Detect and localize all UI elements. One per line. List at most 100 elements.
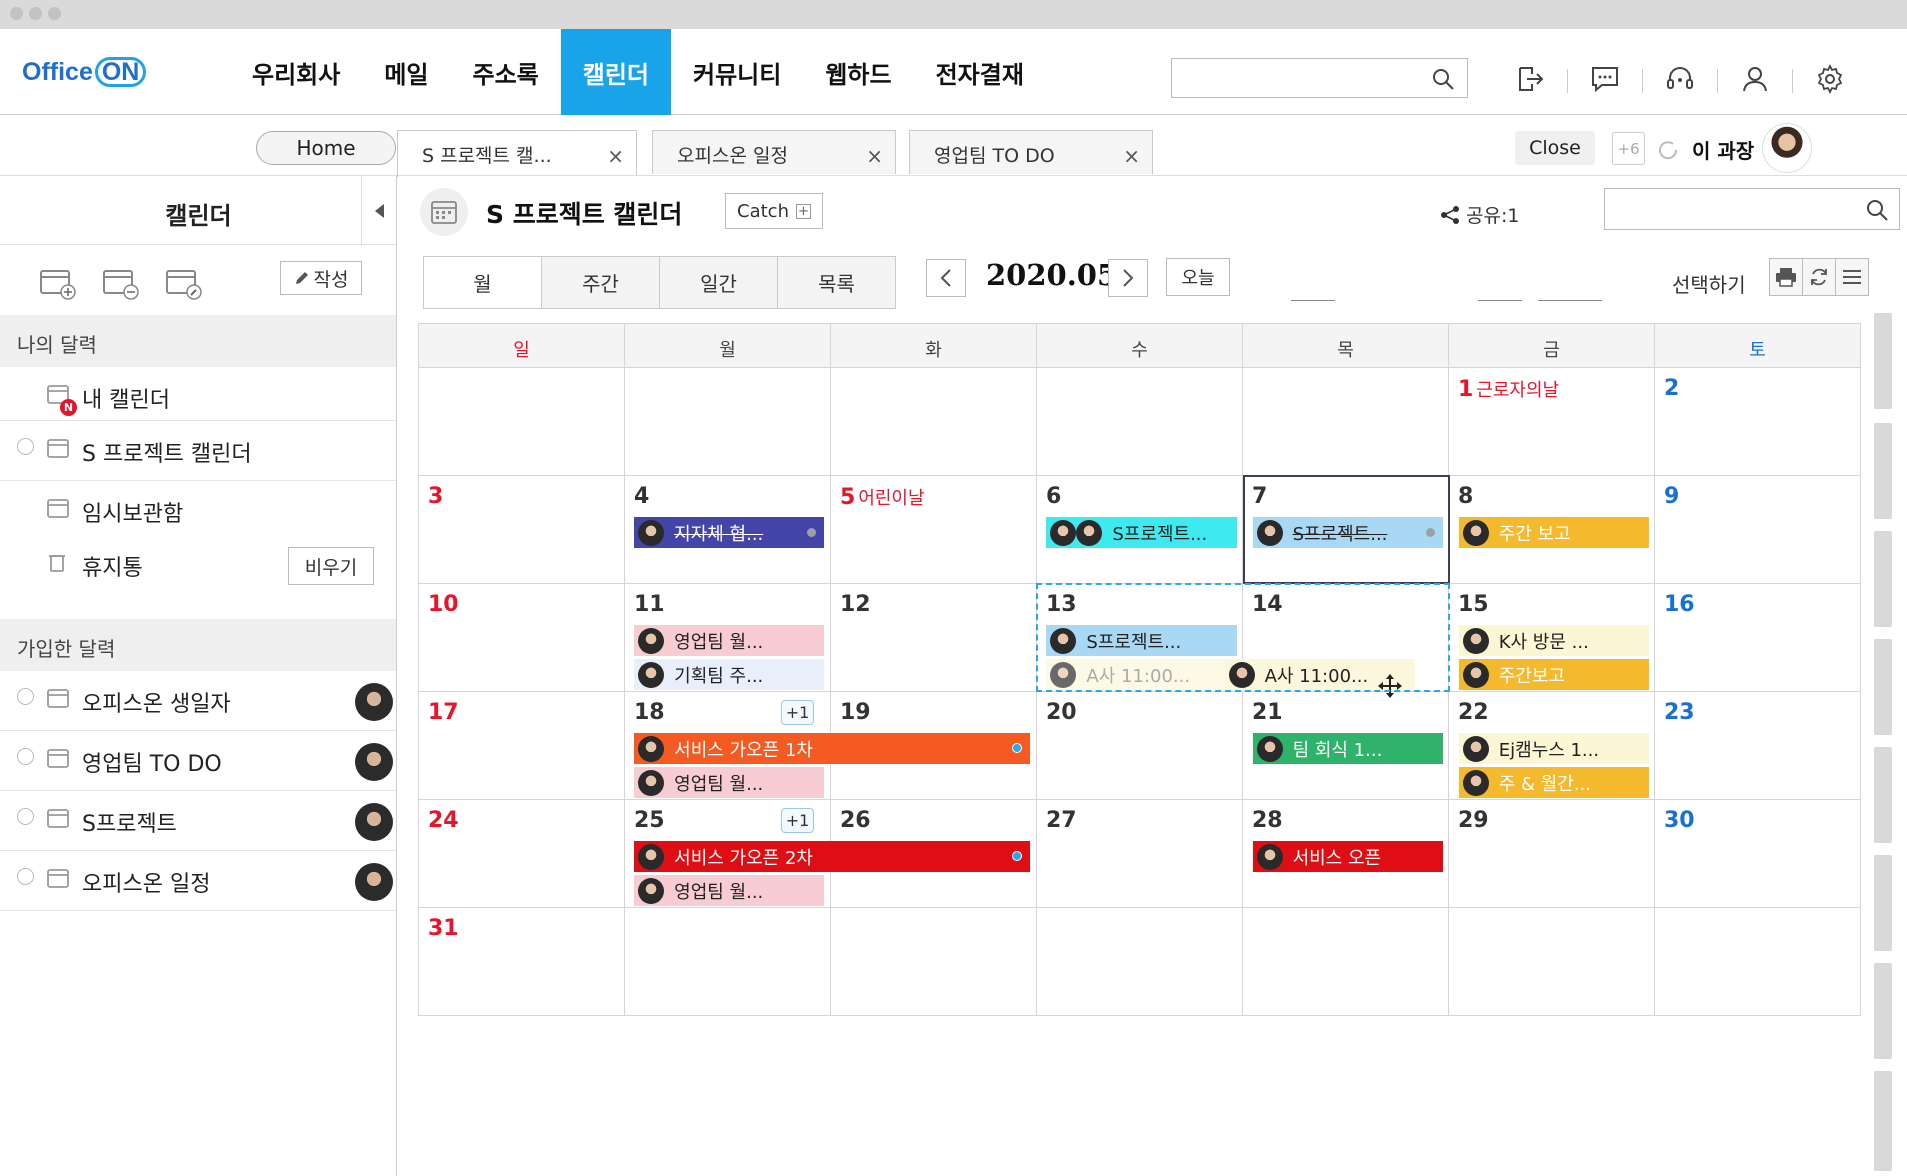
sidebar-item-trash[interactable]: 휴지통 비우기 xyxy=(0,535,396,603)
menu-item[interactable]: 메일 xyxy=(362,29,450,115)
select-button[interactable]: 선택하기 xyxy=(1672,269,1746,298)
prev-month-button[interactable] xyxy=(926,259,966,297)
menu-item[interactable]: 주소록 xyxy=(451,29,561,115)
calendar-event[interactable]: 팀 회식 1... xyxy=(1252,733,1443,764)
window-close-dot[interactable] xyxy=(10,7,23,20)
calendar-event[interactable]: 영업팀 월... xyxy=(634,875,825,906)
tab-officeon-schedule[interactable]: 오피스온 일정 × xyxy=(652,130,896,174)
menu-item[interactable]: 전자결재 xyxy=(914,29,1046,115)
refresh-icon[interactable] xyxy=(1655,137,1681,163)
sidebar-item-joined[interactable]: 영업팀 TO DO xyxy=(0,731,396,791)
calendar-event[interactable]: 기획팀 주... xyxy=(634,659,825,690)
radio-button[interactable] xyxy=(17,868,34,885)
scrollbar-segment[interactable] xyxy=(1874,963,1892,1059)
search-icon[interactable] xyxy=(1865,198,1889,222)
catch-button[interactable]: Catch + xyxy=(725,193,823,229)
close-icon[interactable]: × xyxy=(607,144,624,168)
share-button[interactable]: 공유:1 xyxy=(1440,201,1519,228)
print-button[interactable] xyxy=(1769,258,1803,296)
refresh-button[interactable] xyxy=(1802,258,1836,296)
sidebar-collapse-button[interactable] xyxy=(361,176,397,246)
radio-button[interactable] xyxy=(17,688,34,705)
day-cell[interactable] xyxy=(831,908,1037,1016)
view-tab[interactable]: 주간 xyxy=(541,256,660,309)
office-on-logo[interactable]: Office ON xyxy=(22,57,147,87)
day-cell[interactable]: 5 어린이날 xyxy=(831,476,1037,584)
calendar-event[interactable]: 영업팀 월... xyxy=(634,767,825,798)
calendar-event[interactable]: 주간 보고 xyxy=(1458,517,1649,548)
home-button[interactable]: Home xyxy=(256,131,396,165)
tab-sales-todo[interactable]: 영업팀 TO DO × xyxy=(909,130,1153,174)
day-cell[interactable]: 23 xyxy=(1655,692,1861,800)
more-events-button[interactable]: +1 xyxy=(781,700,814,725)
day-cell[interactable] xyxy=(1655,908,1861,1016)
day-cell[interactable] xyxy=(625,368,831,476)
day-cell[interactable]: 16 xyxy=(1655,584,1861,692)
search-icon[interactable] xyxy=(1431,67,1455,91)
write-button[interactable]: 작성 xyxy=(280,261,362,295)
scrollbar-segment[interactable] xyxy=(1874,1071,1892,1171)
next-month-button[interactable] xyxy=(1108,259,1148,297)
scrollbar-segment[interactable] xyxy=(1874,639,1892,735)
calendar-edit-icon[interactable] xyxy=(164,265,204,301)
calendar-search-input[interactable] xyxy=(1604,188,1900,230)
window-maximize-dot[interactable] xyxy=(48,7,61,20)
day-cell[interactable] xyxy=(1037,908,1243,1016)
sidebar-item-drafts[interactable]: 임시보관함 xyxy=(0,481,396,535)
calendar-event[interactable]: Ej캠누스 1... xyxy=(1458,733,1649,764)
scrollbar-segment[interactable] xyxy=(1874,855,1892,951)
sidebar-item-my-calendar[interactable]: N 내 캘린더 xyxy=(0,367,396,421)
view-tab[interactable]: 월 xyxy=(423,256,542,309)
menu-item[interactable]: 웹하드 xyxy=(803,29,913,115)
day-cell[interactable]: 29 xyxy=(1449,800,1655,908)
day-cell[interactable]: 1 근로자의날 xyxy=(1449,368,1655,476)
day-cell[interactable]: 10 xyxy=(419,584,625,692)
headset-icon[interactable] xyxy=(1664,63,1696,95)
calendar-event[interactable]: S프로젝트... xyxy=(1046,517,1237,548)
calendar-event[interactable]: 서비스 가오픈 1차 xyxy=(634,733,1031,764)
empty-trash-button[interactable]: 비우기 xyxy=(288,547,374,585)
tab-s-project[interactable]: S 프로젝트 캘... × xyxy=(397,130,637,177)
radio-button[interactable] xyxy=(17,748,34,765)
day-cell[interactable]: 24 xyxy=(419,800,625,908)
calendar-event[interactable]: S프로젝트... xyxy=(1252,517,1443,548)
calendar-event[interactable]: 주 & 월간... xyxy=(1458,767,1649,798)
scrollbar-segment[interactable] xyxy=(1874,531,1892,627)
menu-item[interactable]: 캘린더 xyxy=(560,29,671,115)
scrollbar-segment[interactable] xyxy=(1874,313,1892,409)
close-tabs-button[interactable]: Close xyxy=(1515,131,1595,165)
close-icon[interactable]: × xyxy=(1123,144,1140,168)
more-tabs-button[interactable]: +6 xyxy=(1612,132,1645,165)
view-tab[interactable]: 일간 xyxy=(659,256,778,309)
sidebar-item-joined[interactable]: 오피스온 일정 xyxy=(0,851,396,911)
day-cell[interactable] xyxy=(625,908,831,1016)
day-cell[interactable] xyxy=(419,368,625,476)
sidebar-item-joined[interactable]: 오피스온 생일자 xyxy=(0,671,396,731)
logout-icon[interactable] xyxy=(1514,63,1546,95)
day-cell[interactable]: 30 xyxy=(1655,800,1861,908)
gear-icon[interactable] xyxy=(1814,63,1846,95)
sidebar-item-joined[interactable]: S프로젝트 xyxy=(0,791,396,851)
view-tab[interactable]: 목록 xyxy=(777,256,896,309)
day-cell[interactable]: 9 xyxy=(1655,476,1861,584)
user-icon[interactable] xyxy=(1739,63,1771,95)
day-cell[interactable] xyxy=(1449,908,1655,1016)
top-search-input[interactable] xyxy=(1171,58,1468,98)
day-cell[interactable]: 2 xyxy=(1655,368,1861,476)
day-cell[interactable] xyxy=(831,368,1037,476)
menu-item[interactable]: 우리회사 xyxy=(230,29,362,115)
radio-button[interactable] xyxy=(17,808,34,825)
calendar-event[interactable]: 서비스 오픈 xyxy=(1252,841,1443,872)
calendar-event[interactable]: 서비스 가오픈 2차 xyxy=(634,841,1031,872)
window-minimize-dot[interactable] xyxy=(29,7,42,20)
day-cell[interactable]: 12 xyxy=(831,584,1037,692)
calendar-event[interactable]: 주간보고 xyxy=(1458,659,1649,690)
calendar-event[interactable]: A사 11:00... xyxy=(1046,659,1237,690)
calendar-add-icon[interactable] xyxy=(38,265,78,301)
calendar-event[interactable]: 영업팀 월... xyxy=(634,625,825,656)
day-cell[interactable]: 27 xyxy=(1037,800,1243,908)
calendar-event[interactable]: K사 방문 ... xyxy=(1458,625,1649,656)
day-cell[interactable]: 17 xyxy=(419,692,625,800)
today-button[interactable]: 오늘 xyxy=(1166,258,1230,296)
day-cell[interactable] xyxy=(1243,908,1449,1016)
